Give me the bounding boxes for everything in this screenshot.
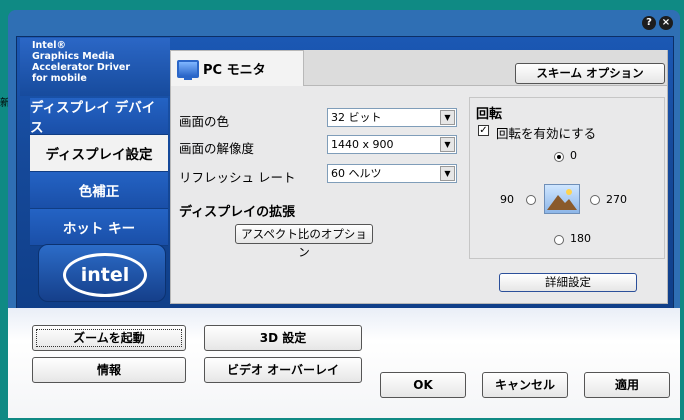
rotation-group: 回転 ✓ 回転を有効にする 0 90 270 180 <box>469 97 665 259</box>
intel-logo: intel <box>63 253 147 297</box>
sidebar-item-display-devices[interactable]: ディスプレイ デバイス <box>30 98 168 136</box>
resolution-select[interactable]: 1440 x 900 ▼ <box>327 135 457 154</box>
settings-panel: PC モニタ スキーム オプション 画面の色 32 ビット ▼ 画面の解像度 1… <box>170 50 668 304</box>
resolution-value: 1440 x 900 <box>331 138 394 151</box>
sidebar-item-color-correction[interactable]: 色補正 <box>30 172 168 209</box>
close-icon[interactable]: × <box>659 16 673 30</box>
intel-gma-window: ? × Intel® Graphics Media Accelerator Dr… <box>8 10 680 418</box>
rotation-180-label: 180 <box>570 232 591 245</box>
refresh-rate-label: リフレッシュ レート <box>179 170 296 185</box>
rotation-0-label: 0 <box>570 149 577 162</box>
rotation-270-radio[interactable] <box>590 195 600 205</box>
rotation-heading: 回転 <box>476 107 503 122</box>
ok-button[interactable]: OK <box>380 372 466 398</box>
sidebar-item-hotkeys[interactable]: ホット キー <box>30 209 168 246</box>
brand-line: Intel® <box>32 40 67 51</box>
rotation-0-radio[interactable] <box>554 152 564 162</box>
sidebar-item-display-settings[interactable]: ディスプレイ設定 <box>30 135 168 172</box>
color-depth-label: 画面の色 <box>179 114 230 129</box>
dropdown-arrow-icon[interactable]: ▼ <box>440 166 455 181</box>
help-icon[interactable]: ? <box>642 16 656 30</box>
display-extension-heading: ディスプレイの拡張 <box>179 205 296 220</box>
title-bar: ? × <box>8 10 680 34</box>
video-overlay-button[interactable]: ビデオ オーバーレイ <box>204 357 362 383</box>
intel-logo-box: intel <box>38 244 166 302</box>
brand-line: Graphics Media <box>32 51 115 62</box>
rotation-270-label: 270 <box>606 193 627 206</box>
brand-line: for mobile <box>32 73 87 84</box>
aspect-ratio-options-button[interactable]: アスペクト比のオプション <box>235 224 373 259</box>
sidebar: Intel® Graphics Media Accelerator Driver… <box>20 38 170 302</box>
brand-line: Accelerator Driver <box>32 62 131 73</box>
advanced-settings-button[interactable]: 詳細設定 <box>499 273 637 292</box>
resolution-label: 画面の解像度 <box>179 141 255 156</box>
rotation-preview-icon <box>544 184 580 214</box>
tab-label: PC モニタ <box>203 63 266 78</box>
landscape-icon <box>547 189 577 210</box>
color-depth-select[interactable]: 32 ビット ▼ <box>327 108 457 127</box>
tab-pc-monitor[interactable]: PC モニタ <box>170 50 304 86</box>
apply-button[interactable]: 適用 <box>584 372 670 398</box>
information-button[interactable]: 情報 <box>32 357 186 383</box>
refresh-rate-value: 60 ヘルツ <box>331 167 382 180</box>
refresh-rate-select[interactable]: 60 ヘルツ ▼ <box>327 164 457 183</box>
rotation-180-radio[interactable] <box>554 235 564 245</box>
scheme-options-button[interactable]: スキーム オプション <box>515 63 665 84</box>
3d-settings-button[interactable]: 3D 設定 <box>204 325 362 351</box>
brand-text: Intel® Graphics Media Accelerator Driver… <box>20 38 170 96</box>
lower-panel: ズームを起動 3D 設定 情報 ビデオ オーバーレイ OK キャンセル 適用 <box>8 308 680 418</box>
rotation-90-label: 90 <box>500 193 514 206</box>
rotation-90-radio[interactable] <box>526 195 536 205</box>
enable-rotation-label: 回転を有効にする <box>496 126 597 141</box>
dropdown-arrow-icon[interactable]: ▼ <box>440 110 455 125</box>
color-depth-value: 32 ビット <box>331 111 382 124</box>
enable-rotation-checkbox[interactable]: ✓ <box>478 125 489 136</box>
cancel-button[interactable]: キャンセル <box>482 372 568 398</box>
start-zoom-button[interactable]: ズームを起動 <box>32 325 186 351</box>
monitor-icon <box>177 59 199 80</box>
dropdown-arrow-icon[interactable]: ▼ <box>440 137 455 152</box>
